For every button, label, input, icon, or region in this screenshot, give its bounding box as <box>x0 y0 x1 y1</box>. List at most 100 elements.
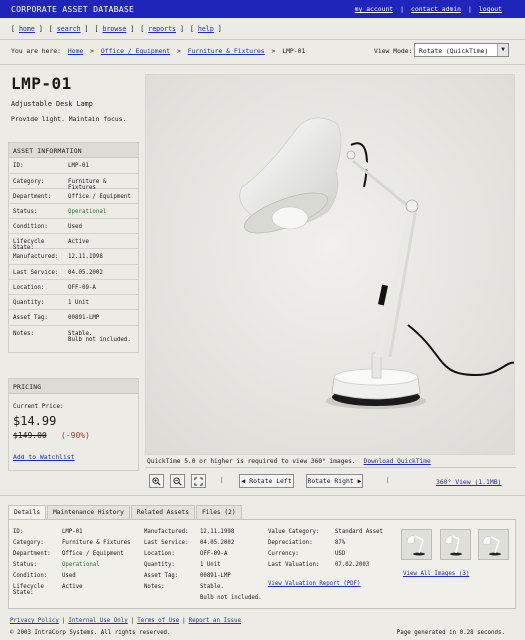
rotate-left-button[interactable]: ◀ Rotate Left <box>239 474 294 488</box>
separator: | <box>130 618 135 624</box>
detail-value: Used <box>62 573 76 579</box>
detail-value: Standard Asset <box>335 529 383 535</box>
contact-admin-link[interactable]: contact_admin <box>411 5 461 13</box>
detail-key: Condition: <box>13 573 48 579</box>
privacy-policy-link[interactable]: Privacy Policy <box>10 618 59 624</box>
info-key: Last Service: <box>13 270 59 276</box>
lamp-thumbnail-icon <box>406 535 425 556</box>
info-row: Category: Furniture & Fixtures <box>9 174 138 191</box>
zoom-in-icon <box>152 476 161 485</box>
breadcrumb-office-equipment[interactable]: Office / Equipment <box>101 47 170 55</box>
tab-files[interactable]: Files (2) <box>196 505 242 519</box>
asset-info-heading: ASSET INFORMATION <box>9 143 138 158</box>
info-value: Active <box>68 239 89 245</box>
internal-use-link[interactable]: Internal Use Only <box>68 618 127 624</box>
nav-browse-link[interactable]: browse <box>102 25 126 33</box>
breadcrumb-home[interactable]: Home <box>68 47 83 55</box>
quicktime-notice: QuickTime 5.0 or higher is required to v… <box>147 458 431 465</box>
rotate-right-label: Rotate Right <box>307 477 354 485</box>
info-key: Department: <box>13 194 52 200</box>
thumbnail-1[interactable] <box>401 529 432 560</box>
detail-key: Quantity: <box>144 562 175 568</box>
lamp-thumbnail-icon <box>444 535 462 556</box>
detail-key: Manufactured: <box>144 529 189 535</box>
detail-value: Bulb not included. <box>200 595 262 601</box>
info-value: Used <box>68 224 82 230</box>
divider <box>0 495 525 496</box>
rotate-right-button[interactable]: Rotate Right ▶ <box>306 474 363 488</box>
separator: | <box>220 477 224 484</box>
tab-related-assets[interactable]: Related Assets <box>130 505 196 519</box>
separator: | <box>386 477 390 484</box>
detail-value: Active <box>62 584 83 590</box>
detail-key <box>144 595 200 604</box>
asset-info-panel: ASSET INFORMATION ID: LMP-01 Category: Fur… <box>8 142 139 353</box>
pricing-heading: PRICING <box>9 379 138 394</box>
current-price: $14.99 <box>13 414 57 428</box>
detail-key: Depreciation: <box>268 540 313 546</box>
info-row: Lifecycle State: Active <box>9 234 138 251</box>
tab-maintenance-history[interactable]: Maintenance History <box>47 505 130 519</box>
valuation-report-link[interactable]: View Valuation Report (PDF) <box>268 581 360 592</box>
info-row: Asset Tag: 00891-LMP <box>9 310 138 326</box>
breadcrumb-prefix: You are here: <box>11 47 62 55</box>
copyright: © 2003 IntraCorp Systems. All rights res… <box>10 630 171 636</box>
details-column: ID: LMP-01 Category: Furniture & Fixtures … <box>13 529 130 596</box>
top-bar: CORPORATE ASSET DATABASE my_account | co… <box>0 0 525 18</box>
chevron-down-icon[interactable]: ▼ <box>497 44 508 56</box>
zoom-out-button[interactable] <box>170 474 185 488</box>
lamp-image <box>146 75 514 454</box>
detail-key: Last Valuation: <box>268 562 320 568</box>
detail-value: Stable. <box>200 584 224 590</box>
info-row: Manufactured: 12.11.1998 <box>9 249 138 265</box>
detail-key: Notes: <box>144 584 165 590</box>
fullscreen-button[interactable] <box>191 474 206 488</box>
terms-of-use-link[interactable]: Terms of Use <box>137 618 179 624</box>
info-value: 04.05.2002 <box>68 270 103 276</box>
detail-value: 87% <box>335 540 346 546</box>
thumbnail-3[interactable] <box>478 529 509 560</box>
breadcrumb-furniture[interactable]: Furniture & Fixtures <box>188 47 265 55</box>
info-key: Quantity: <box>13 300 45 306</box>
info-key: Asset Tag: <box>13 315 48 321</box>
details-column: Value Category: Standard Asset Depreciati… <box>268 529 383 592</box>
my-account-link[interactable]: my_account <box>355 5 393 13</box>
details-column: Manufactured: 12.11.1998 Last Service: 04.… <box>144 529 262 604</box>
asset-name: Adjustable Desk Lamp <box>11 100 93 108</box>
page-generated-time: Page generated in 0.28 seconds. <box>396 630 505 636</box>
view-360-link[interactable]: 360° View (1.1MB) <box>436 478 501 486</box>
detail-key: Last Service: <box>144 540 189 546</box>
add-to-watchlist-link[interactable]: Add to Watchlist <box>13 453 75 461</box>
view-all-images-link[interactable]: View All Images (3) <box>403 571 469 577</box>
view-mode-select[interactable]: Rotate (QuickTime) ▼ <box>414 43 509 57</box>
discount-badge: (-90%) <box>61 431 90 440</box>
detail-value: Office / Equipment <box>62 551 124 557</box>
app-title: CORPORATE ASSET DATABASE <box>11 4 135 14</box>
info-value: Office / Equipment <box>68 194 131 200</box>
nav-home: [ home ] <box>11 25 43 33</box>
divider <box>0 39 525 40</box>
report-issue-link[interactable]: Report an Issue <box>189 618 241 624</box>
nav-reports: [ reports ] <box>140 25 184 33</box>
detail-value: OFF-09-A <box>200 551 228 557</box>
info-key: Status: <box>13 209 38 215</box>
nav-reports-link[interactable]: reports <box>148 25 176 33</box>
info-row: ID: LMP-01 <box>9 158 138 174</box>
logout-link[interactable]: logout <box>479 5 502 13</box>
separator: | <box>182 618 186 624</box>
nav-search-link[interactable]: search <box>57 25 81 33</box>
info-row: Quantity: 1 Unit <box>9 295 138 310</box>
thumbnail-2[interactable] <box>440 529 471 560</box>
nav-home-link[interactable]: home <box>19 25 35 33</box>
info-row: Notes: Stable. Bulb not included. <box>9 326 138 352</box>
main-nav: [ home ] [ search ] [ browse ] [ reports… <box>11 25 228 33</box>
product-image-viewer[interactable] <box>145 74 515 455</box>
nav-help: [ help ] <box>189 25 222 33</box>
zoom-in-button[interactable] <box>149 474 164 488</box>
footer-links: Privacy Policy | Internal Use Only | Ter… <box>10 618 244 624</box>
tab-details[interactable]: Details <box>8 505 47 520</box>
nav-help-link[interactable]: help <box>198 25 214 33</box>
download-quicktime-link[interactable]: Download QuickTime <box>364 458 431 465</box>
detail-value: 04.05.2002 <box>200 540 235 546</box>
info-row: Department: Office / Equipment <box>9 189 138 204</box>
